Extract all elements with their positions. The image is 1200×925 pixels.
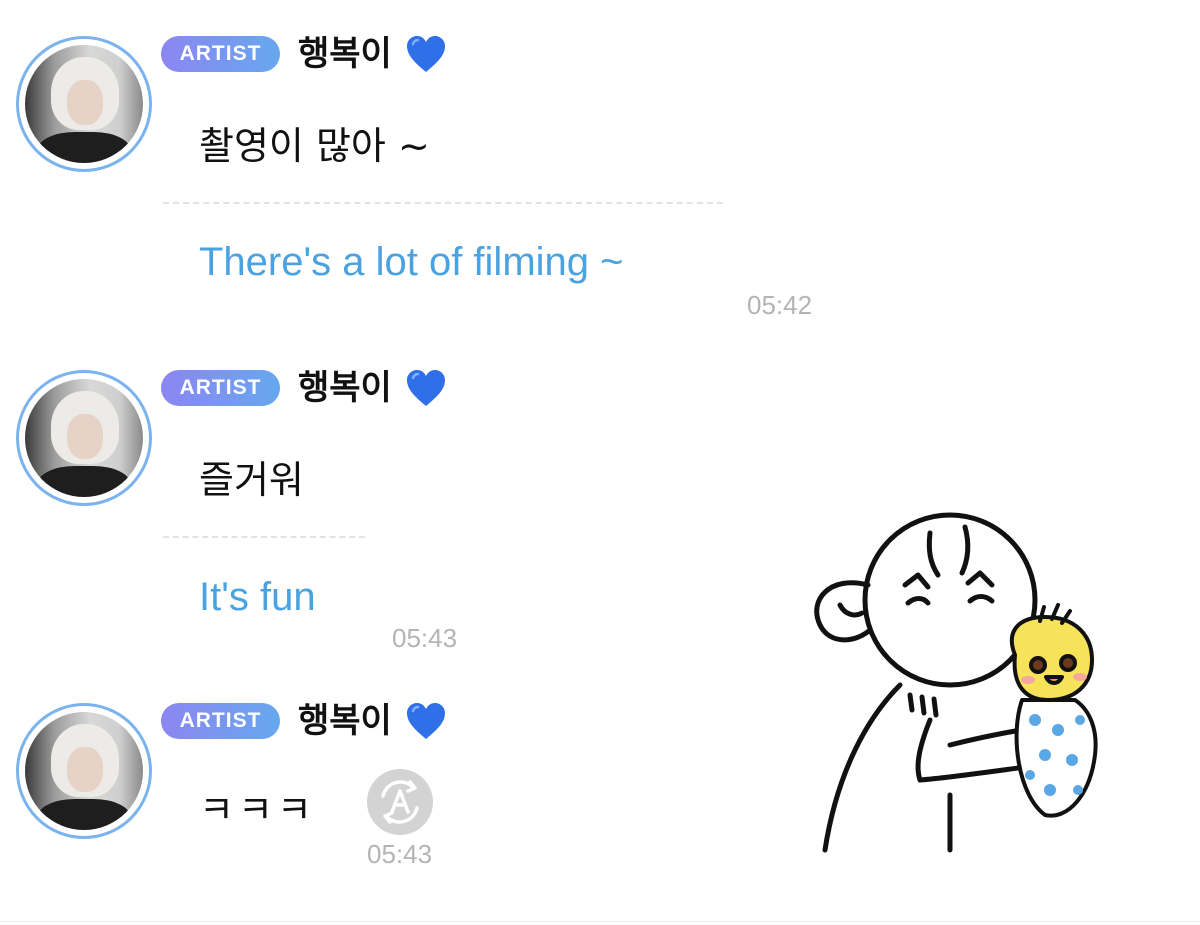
sender-name: 행복이	[298, 34, 392, 74]
avatar-photo	[25, 45, 143, 163]
blue-heart-icon	[407, 370, 445, 406]
avatar[interactable]	[16, 703, 152, 839]
blue-heart-icon	[407, 703, 445, 739]
translated-text[interactable]: It's fun	[199, 573, 316, 621]
sender-name: 행복이	[298, 701, 392, 741]
bottom-divider	[0, 921, 1200, 922]
artist-badge: ARTIST	[161, 703, 280, 739]
message-text[interactable]: 촬영이 많아 ~	[199, 124, 430, 168]
avatar[interactable]	[16, 370, 152, 506]
auto-translate-icon[interactable]	[366, 768, 434, 836]
avatar-photo	[25, 712, 143, 830]
translation-divider	[163, 536, 365, 538]
artist-badge: ARTIST	[161, 370, 280, 406]
message-text[interactable]: 즐거워	[199, 458, 304, 502]
translation-divider	[163, 202, 723, 204]
avatar[interactable]	[16, 36, 152, 172]
message-text[interactable]: ㅋㅋㅋ	[199, 788, 316, 832]
blue-heart-icon	[407, 36, 445, 72]
message-time: 05:43	[392, 623, 458, 653]
chat-screen: ARTIST 행복이 촬영이 많아 ~ There's a lot of fil…	[0, 0, 1200, 925]
message-time: 05:43	[367, 839, 433, 869]
message-time: 05:42	[747, 290, 813, 320]
avatar-photo	[25, 379, 143, 497]
artist-badge: ARTIST	[161, 36, 280, 72]
translated-text[interactable]: There's a lot of filming ~	[199, 238, 624, 286]
kissing-baby-chick-sticker[interactable]	[800, 505, 1140, 865]
sender-name: 행복이	[298, 368, 392, 408]
